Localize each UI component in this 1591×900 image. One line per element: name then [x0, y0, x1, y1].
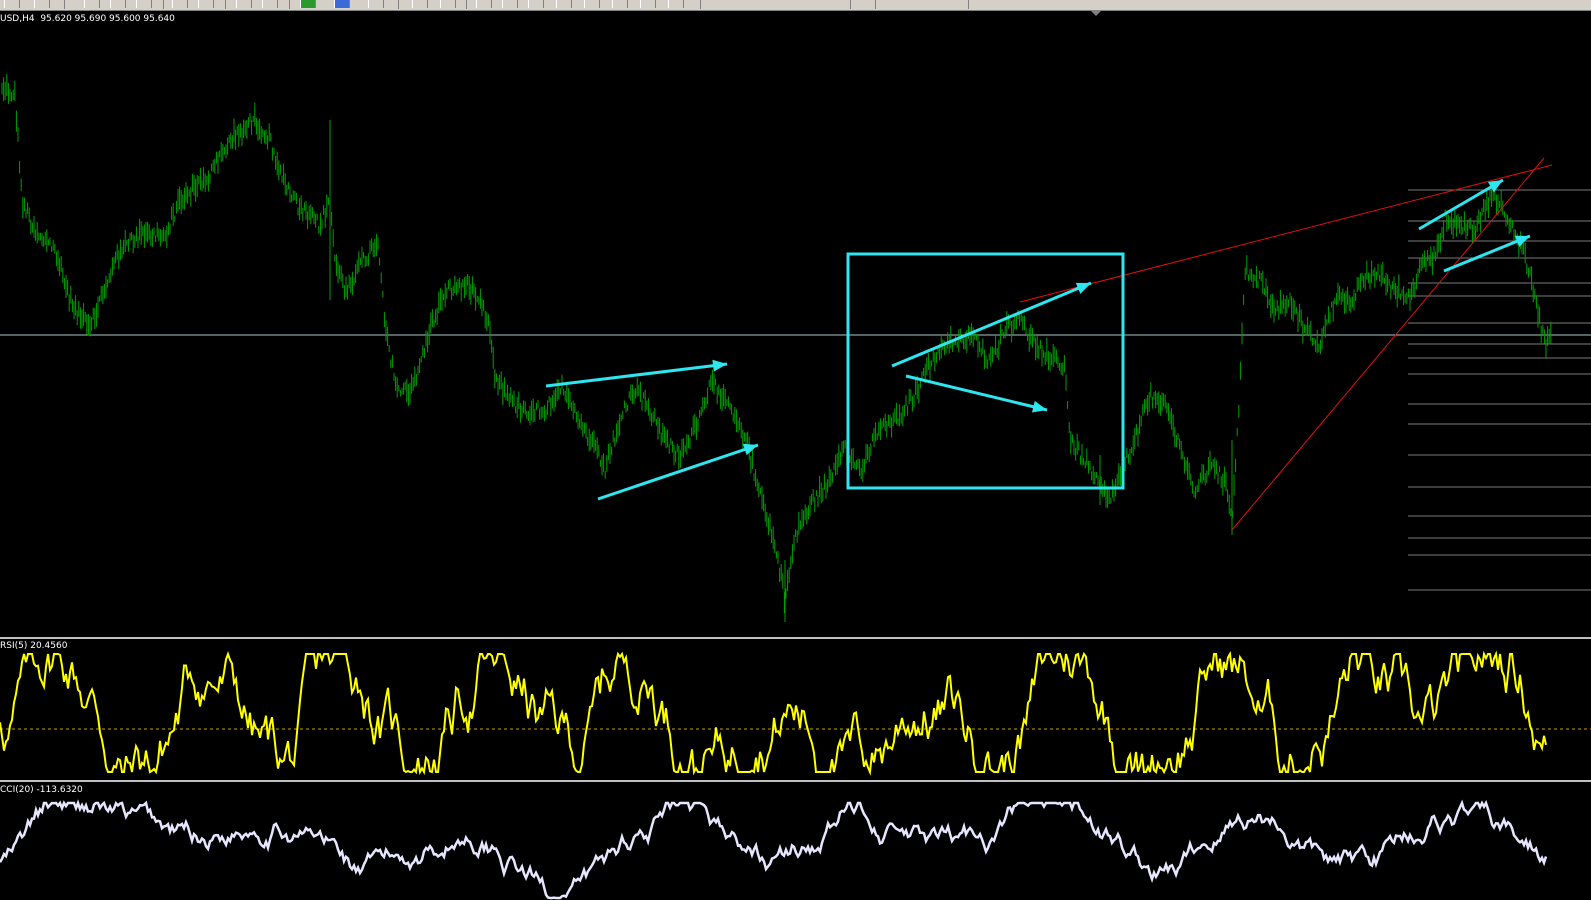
main-chart-header: USD,H4 95.620 95.690 95.600 95.640 [0, 14, 175, 24]
rsi-line [0, 650, 1547, 776]
price-chart[interactable] [0, 74, 1591, 622]
symbol-timeframe: USD,H4 [0, 14, 35, 24]
ohlc-values: 95.620 95.690 95.600 95.640 [40, 14, 175, 24]
arrow-annotation[interactable] [891, 281, 1092, 368]
rsi-label: RSI(5) 20.4560 [0, 641, 68, 651]
chart-canvas[interactable] [0, 0, 1591, 900]
cci-label: CCI(20) -113.6320 [0, 785, 83, 795]
arrow-annotation[interactable] [545, 359, 728, 388]
annotation-arrows[interactable] [545, 178, 1531, 501]
arrow-annotation[interactable] [905, 374, 1048, 413]
cci-line [0, 799, 1548, 900]
price-bars [1, 74, 1552, 622]
arrow-annotation[interactable] [597, 443, 759, 501]
cci-pane[interactable] [0, 799, 1548, 900]
rsi-pane[interactable] [0, 650, 1591, 776]
